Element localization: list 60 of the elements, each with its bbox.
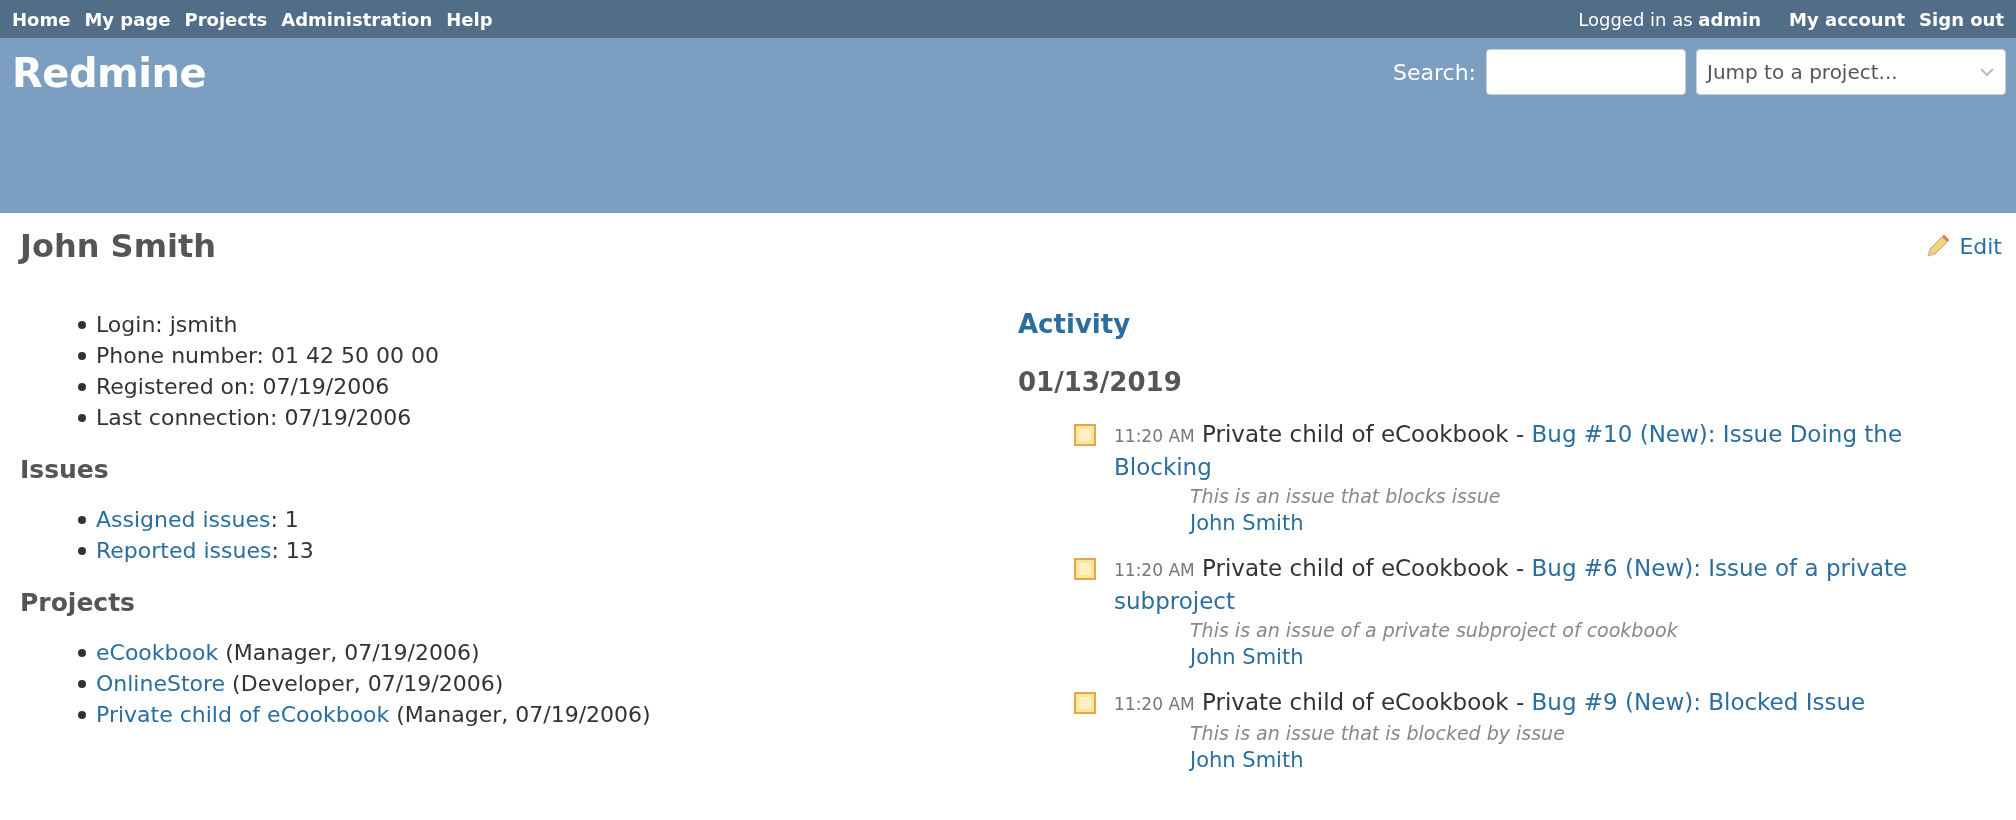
detail-text: Login: jsmith (96, 311, 238, 339)
detail-text: Registered on: 07/19/2006 (96, 373, 390, 401)
search-field[interactable] (1486, 49, 1686, 95)
issue-link[interactable]: Bug #9 (New): Blocked Issue (1531, 689, 1866, 715)
menu-link[interactable]: Home (12, 8, 71, 30)
section-heading: Issues (20, 455, 110, 484)
author-link[interactable]: John Smith (1190, 509, 1304, 537)
detail-text: Last connection: 07/19/2006 (96, 404, 412, 432)
author-link[interactable]: John Smith (1190, 643, 1304, 671)
list-link[interactable]: OnlineStore (96, 671, 226, 696)
menu-link[interactable]: Projects (184, 8, 268, 30)
bullet-icon (78, 515, 86, 524)
issue-link[interactable]: Blocking (1114, 454, 1212, 480)
list-link[interactable]: Private child of eCookbook (96, 702, 390, 727)
issue-link[interactable]: subproject (1114, 588, 1235, 614)
bullet-icon (78, 648, 86, 657)
note-icon (1074, 558, 1096, 580)
note-icon (1074, 692, 1096, 714)
menu-link[interactable]: Help (446, 8, 493, 30)
account-link[interactable]: My account (1789, 8, 1906, 30)
bullet-icon (78, 382, 86, 391)
issue-description: This is an issue that blocks issue (1190, 484, 1502, 509)
menu-link[interactable]: Administration (281, 8, 433, 30)
project-jump-select[interactable]: Jump to a project... (1696, 49, 2006, 95)
list-link[interactable]: Reported issues (96, 538, 272, 563)
activity-entry-text: 11:20 AM Private child of eCookbook - Bug #10 (New): Issue Doing the Blocking (1114, 420, 1903, 482)
list-item-text: eCookbook (Manager, 07/19/2006) (96, 639, 480, 667)
note-icon (1074, 424, 1096, 446)
pencil-icon (1925, 233, 1952, 259)
logged-in-text: Logged in as admin (1578, 8, 1762, 30)
activity-entry-text: 11:20 AM Private child of eCookbook - Bug #6 (New): Issue of a private subproject (1114, 554, 1908, 616)
issue-link[interactable]: Bug #6 (New): Issue of a private (1531, 555, 1908, 581)
list-item-text: Reported issues: 13 (96, 537, 314, 565)
bullet-icon (78, 679, 86, 688)
chevron-down-icon (1979, 67, 1995, 77)
bullet-icon (78, 710, 86, 719)
bullet-icon (78, 351, 86, 360)
list-link[interactable]: eCookbook (96, 640, 219, 665)
activity-heading: Activity (1018, 309, 1132, 339)
bullet-icon (78, 320, 86, 329)
user-name-heading: John Smith (20, 227, 217, 265)
issue-link[interactable]: Bug #10 (New): Issue Doing the (1531, 421, 1903, 447)
list-item-text: OnlineStore (Developer, 07/19/2006) (96, 670, 504, 698)
list-link[interactable]: Assigned issues (96, 507, 271, 532)
activity-entry-text: 11:20 AM Private child of eCookbook - Bug #9 (New): Blocked Issue (1114, 688, 1866, 717)
detail-text: Phone number: 01 42 50 00 00 (96, 342, 439, 370)
menu-link[interactable]: My page (84, 8, 171, 30)
issue-description: This is an issue that is blocked by issue (1190, 721, 1566, 746)
account-link[interactable]: Sign out (1919, 8, 2004, 30)
list-item-text: Private child of eCookbook (Manager, 07/19/2006) (96, 701, 651, 729)
section-heading: Projects (20, 588, 136, 617)
bullet-icon (78, 546, 86, 555)
edit-link[interactable]: Edit (1925, 233, 2002, 259)
date-heading: 01/13/2019 (1018, 367, 1183, 397)
site-title: Redmine (12, 50, 207, 96)
bullet-icon (78, 413, 86, 422)
search-label: Search: (1393, 59, 1476, 85)
author-link[interactable]: John Smith (1190, 746, 1304, 774)
list-item-text: Assigned issues: 1 (96, 506, 299, 534)
issue-description: This is an issue of a private subproject of cookbook (1190, 618, 1679, 643)
